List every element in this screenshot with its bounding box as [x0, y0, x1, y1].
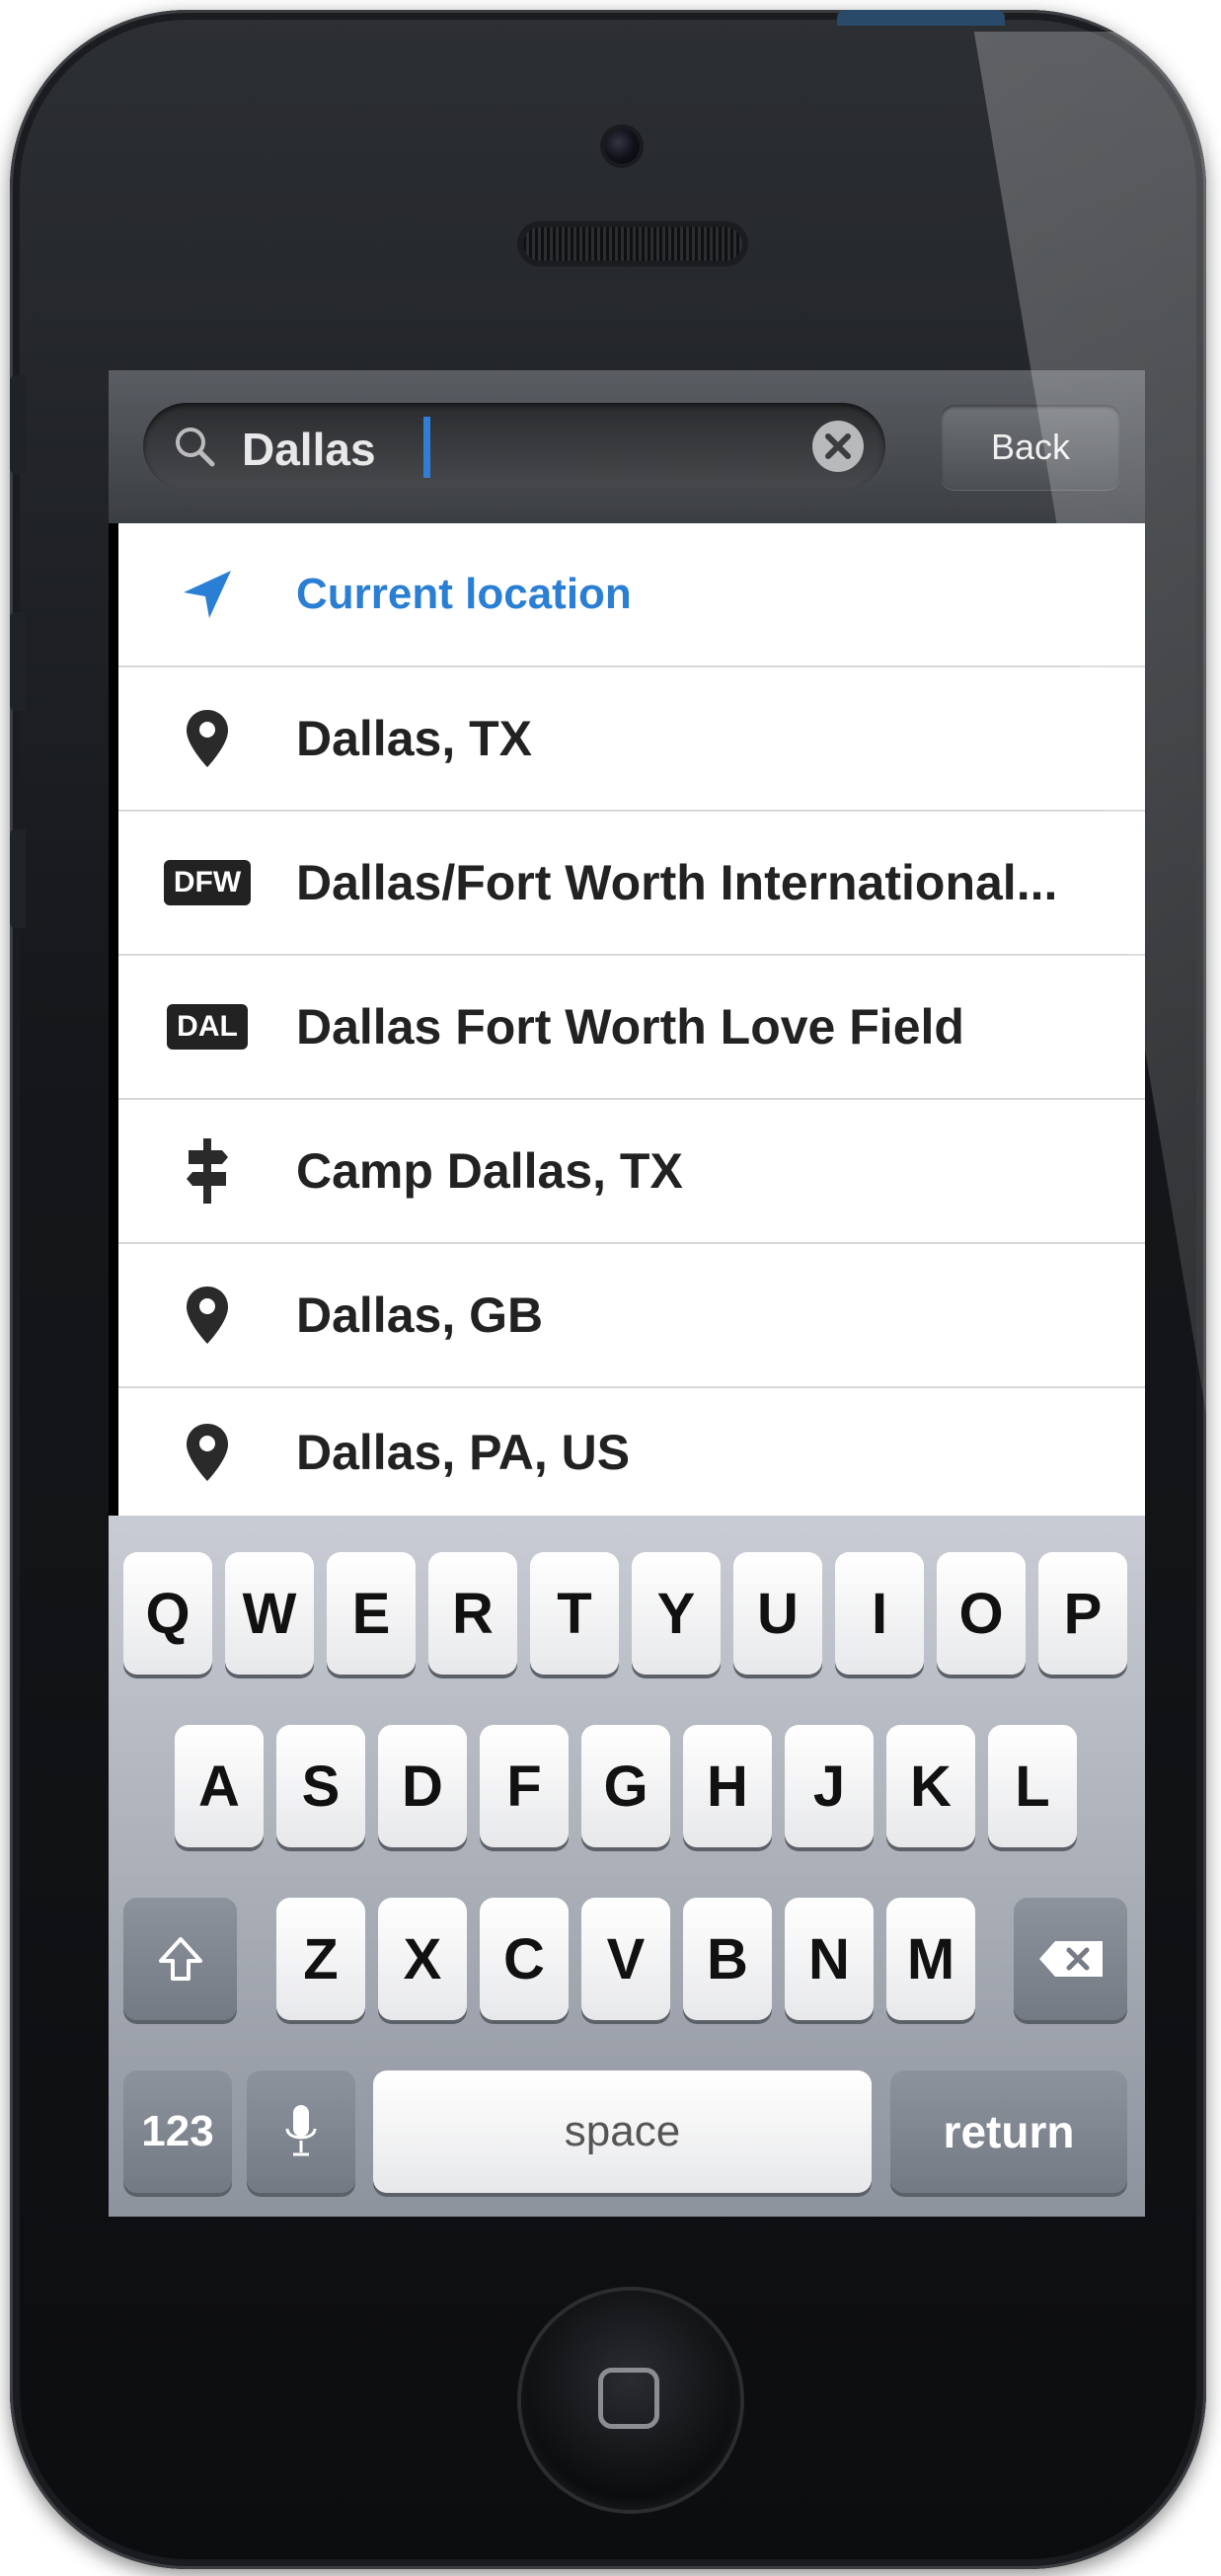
volume-down-button — [10, 829, 26, 928]
list-item[interactable]: Dallas, TX — [118, 667, 1145, 812]
dictation-key[interactable] — [247, 2070, 355, 2193]
earpiece-speaker — [523, 227, 742, 261]
key-m[interactable]: M — [886, 1898, 975, 2020]
delete-key[interactable] — [1014, 1898, 1127, 2020]
list-item-label: Camp Dallas, TX — [296, 1143, 683, 1199]
key-j[interactable]: J — [785, 1725, 874, 1847]
key-e[interactable]: E — [327, 1552, 416, 1675]
power-button — [837, 10, 1005, 26]
key-l[interactable]: L — [988, 1725, 1077, 1847]
key-i[interactable]: I — [835, 1552, 924, 1675]
shift-key[interactable] — [123, 1898, 237, 2020]
list-item-label: Dallas, TX — [296, 711, 532, 766]
list-item[interactable]: Dallas, PA, US — [118, 1388, 1145, 1517]
key-g[interactable]: G — [581, 1725, 670, 1847]
volume-up-button — [10, 612, 26, 711]
key-n[interactable]: N — [785, 1898, 874, 2020]
location-arrow-icon — [184, 571, 231, 618]
key-q[interactable]: Q — [123, 1552, 212, 1675]
numbers-key[interactable]: 123 — [123, 2070, 232, 2193]
key-a[interactable]: A — [175, 1725, 264, 1847]
airport-badge: DAL — [167, 1004, 248, 1050]
home-button[interactable] — [521, 2291, 740, 2510]
list-item-label: Dallas/Fort Worth International... — [296, 855, 1058, 910]
key-w[interactable]: W — [225, 1552, 314, 1675]
key-t[interactable]: T — [530, 1552, 619, 1675]
key-d[interactable]: D — [378, 1725, 467, 1847]
search-icon — [176, 428, 215, 467]
list-item-label: Dallas, PA, US — [296, 1425, 631, 1480]
home-square-icon — [598, 2368, 659, 2429]
mute-switch — [10, 375, 26, 474]
key-p[interactable]: P — [1038, 1552, 1127, 1675]
key-z[interactable]: Z — [276, 1898, 365, 2020]
screen: Dallas Back Current location Dallas, TX … — [109, 370, 1145, 2217]
search-value: Dallas — [242, 424, 376, 475]
results-list: Current location Dallas, TX DFW Dallas/F… — [118, 523, 1145, 1517]
key-h[interactable]: H — [683, 1725, 772, 1847]
signpost-icon — [187, 1138, 228, 1204]
list-item[interactable]: DAL Dallas Fort Worth Love Field — [118, 956, 1145, 1100]
list-item[interactable]: Dallas, GB — [118, 1244, 1145, 1388]
map-pin-icon — [187, 1424, 228, 1481]
list-item-label: Current location — [296, 570, 632, 618]
key-s[interactable]: S — [276, 1725, 365, 1847]
map-pin-icon — [187, 710, 228, 767]
key-c[interactable]: C — [480, 1898, 569, 2020]
space-key[interactable]: space — [373, 2070, 872, 2193]
key-o[interactable]: O — [937, 1552, 1026, 1675]
search-bar: Dallas Back — [109, 370, 1145, 523]
microphone-icon — [285, 2105, 317, 2156]
map-pin-icon — [187, 1287, 228, 1344]
key-k[interactable]: K — [886, 1725, 975, 1847]
keyboard: Q W E R T Y U I O P A S D F G H J K L Z … — [109, 1516, 1145, 2217]
text-caret — [423, 417, 430, 478]
clear-icon[interactable] — [812, 421, 864, 472]
shift-icon — [158, 1937, 202, 1981]
key-b[interactable]: B — [683, 1898, 772, 2020]
airport-badge: DFW — [163, 860, 252, 905]
key-v[interactable]: V — [581, 1898, 670, 2020]
backspace-icon — [1038, 1941, 1103, 1977]
key-u[interactable]: U — [733, 1552, 822, 1675]
list-item-label: Dallas Fort Worth Love Field — [296, 999, 964, 1054]
phone-frame: Dallas Back Current location Dallas, TX … — [10, 10, 1206, 2569]
key-y[interactable]: Y — [632, 1552, 721, 1675]
list-item-label: Dallas, GB — [296, 1288, 544, 1343]
key-x[interactable]: X — [378, 1898, 467, 2020]
return-key[interactable]: return — [890, 2070, 1127, 2193]
front-camera — [604, 128, 640, 164]
list-item[interactable]: DFW Dallas/Fort Worth International... — [118, 812, 1145, 956]
key-f[interactable]: F — [480, 1725, 569, 1847]
list-item[interactable]: Current location — [118, 523, 1145, 667]
key-r[interactable]: R — [428, 1552, 517, 1675]
list-item[interactable]: Camp Dallas, TX — [118, 1100, 1145, 1244]
search-input[interactable]: Dallas — [143, 403, 885, 490]
